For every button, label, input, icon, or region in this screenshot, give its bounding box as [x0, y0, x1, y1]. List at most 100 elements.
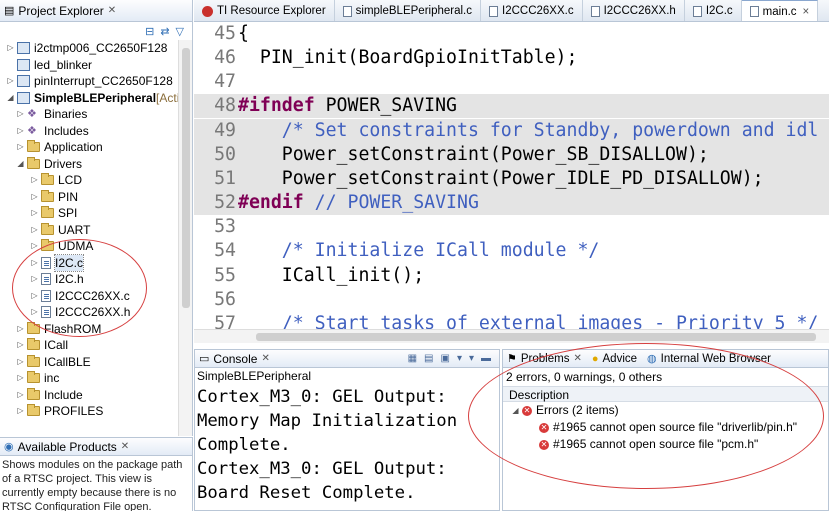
pin-console-icon[interactable]: ▣	[440, 353, 449, 364]
tree-item-pininterrupt-cc2650f128[interactable]: ▷ pinInterrupt_CC2650F128	[6, 73, 172, 89]
tree-item-label: Application	[44, 140, 103, 154]
errors-group-row[interactable]: ◢ ✕ Errors (2 items)	[503, 402, 828, 419]
expand-twisty-icon[interactable]: ◢	[6, 90, 15, 106]
tree-item-i2ctmp006-cc2650f128[interactable]: ▷ i2ctmp006_CC2650F128	[6, 40, 167, 56]
project-icon	[17, 75, 30, 87]
editor-tab-i2ccc26xx-c[interactable]: I2CCC26XX.c	[481, 0, 583, 21]
code-text: Power_setConstraint(Power_IDLE_PD_DISALL…	[238, 167, 764, 189]
expand-twisty-icon[interactable]: ▷	[16, 387, 25, 403]
expand-twisty-icon[interactable]: ▷	[16, 321, 25, 337]
tree-item-spi[interactable]: ▷ SPI	[30, 205, 77, 221]
tree-item-include[interactable]: ▷ Include	[16, 387, 83, 403]
problem-row[interactable]: ✕ #1965 cannot open source file "pcm.h"	[503, 436, 828, 453]
expand-twisty-icon[interactable]: ▷	[30, 222, 39, 238]
collapse-twisty-icon[interactable]: ◢	[511, 402, 520, 419]
tree-item-lcd[interactable]: ▷ LCD	[30, 172, 82, 188]
tab-advice[interactable]: ● Advice	[592, 353, 637, 365]
tab-internal-web-browser[interactable]: ◍ Internal Web Browser	[647, 352, 771, 366]
tree-item-i2ccc26xx-h[interactable]: ▷ I2CCC26XX.h	[30, 304, 130, 320]
description-column-header[interactable]: Description	[503, 386, 828, 402]
close-icon[interactable]: ✕	[261, 353, 269, 364]
display-console-icon[interactable]: ▾	[457, 353, 462, 364]
preprocessor-keyword: #ifndef	[238, 95, 315, 117]
expand-twisty-icon[interactable]: ▷	[30, 189, 39, 205]
tree-item-pin[interactable]: ▷ PIN	[30, 189, 78, 205]
tree-item-label: ICallBLE	[44, 354, 91, 369]
editor-tab-ti-resource-explorer[interactable]: TI Resource Explorer	[194, 0, 335, 21]
tree-item-drivers[interactable]: ◢ Drivers	[16, 156, 82, 172]
tree-item-binaries[interactable]: ▷ ❖ Binaries	[16, 106, 87, 122]
tab-problems[interactable]: ⚑ Problems ✕	[507, 352, 582, 366]
tree-item-uart[interactable]: ▷ UART	[30, 222, 90, 238]
expand-twisty-icon[interactable]: ◢	[16, 156, 25, 172]
view-toolbar: ⊟ ⇄ ▽	[0, 22, 192, 40]
tree-item-icallble[interactable]: ▷ ICallBLE	[16, 354, 91, 370]
tree-item-led-blinker[interactable]: led_blinker	[6, 57, 92, 73]
expand-twisty-icon[interactable]: ▷	[16, 123, 25, 139]
expand-twisty-icon[interactable]: ▷	[16, 337, 25, 353]
tree-item-includes[interactable]: ▷ ❖ Includes	[16, 123, 88, 139]
editor-tab-main-c[interactable]: main.c ×	[741, 0, 819, 21]
tree-item-label: I2CCC26XX.h	[55, 305, 131, 319]
tree-item-i2c-h[interactable]: ▷ I2C.h	[30, 271, 83, 287]
tree-item-udma[interactable]: ▷ UDMA	[30, 238, 93, 254]
tree-item-icall[interactable]: ▷ ICall	[16, 337, 68, 353]
advice-tab-label: Advice	[602, 352, 638, 365]
expand-twisty-icon[interactable]: ▷	[6, 73, 15, 89]
console-line: Cortex_M3_0: GEL Output:	[197, 459, 447, 479]
error-icon: ✕	[539, 422, 549, 433]
minimize-icon[interactable]: ▬	[481, 353, 491, 364]
expand-twisty-icon[interactable]: ▷	[16, 139, 25, 155]
problem-row[interactable]: ✕ #1965 cannot open source file "driverli…	[503, 419, 828, 436]
tree-item-i2ccc26xx-c[interactable]: ▷ I2CCC26XX.c	[30, 288, 129, 304]
clear-console-icon[interactable]: ▦	[408, 353, 417, 364]
expand-twisty-icon[interactable]: ▷	[16, 106, 25, 122]
source-file-icon	[41, 273, 51, 285]
close-icon[interactable]: ✕	[108, 5, 116, 16]
close-icon[interactable]: ✕	[573, 353, 581, 364]
view-menu-icon[interactable]: ▽	[176, 25, 184, 38]
tree-item-application[interactable]: ▷ Application	[16, 139, 103, 155]
folder-icon	[41, 173, 54, 185]
expand-twisty-icon[interactable]: ▷	[30, 255, 39, 271]
tree-item-simplebleperipheral[interactable]: ◢ SimpleBLEPeripheral [Acti	[6, 90, 179, 106]
editor-tab-i2c-c[interactable]: I2C.c	[685, 0, 742, 21]
expand-twisty-icon[interactable]: ▷	[30, 172, 39, 188]
tree-item-profiles[interactable]: ▷ PROFILES	[16, 403, 103, 419]
line-number: 46	[214, 47, 236, 69]
expand-twisty-icon[interactable]: ▷	[6, 40, 15, 56]
code-editor[interactable]: 45{46 PIN_init(BoardGpioInitTable); 47 48 #…	[194, 23, 829, 329]
open-console-icon[interactable]: ▾	[469, 353, 474, 364]
close-icon[interactable]: ✕	[121, 441, 129, 452]
expand-twisty-icon[interactable]: ▷	[30, 304, 39, 320]
console-tab[interactable]: ▭ Console ✕ ▦ ▤ ▣ ▾ ▾ ▬	[195, 350, 499, 368]
expand-twisty-icon[interactable]: ▷	[16, 403, 25, 419]
tree-item-inc[interactable]: ▷ inc	[16, 370, 59, 386]
collapse-all-icon[interactable]: ⊟	[145, 25, 154, 38]
tree-item-flashrom[interactable]: ▷ FlashROM	[16, 321, 101, 337]
editor-horizontal-scrollbar[interactable]	[194, 329, 829, 343]
code-line: 54 /* Initialize ICall module */	[194, 239, 829, 263]
expand-twisty-icon[interactable]: ▷	[16, 370, 25, 386]
available-products-tab[interactable]: ◉ Available Products ✕	[0, 438, 192, 456]
ti-logo-icon	[202, 5, 213, 17]
project-explorer-tab[interactable]: ▤ Project Explorer ✕	[0, 0, 192, 22]
line-number: 56	[214, 288, 236, 310]
expand-twisty-icon[interactable]: ▷	[16, 354, 25, 370]
editor-tab-label: I2C.c	[705, 5, 733, 17]
close-icon[interactable]: ×	[803, 6, 810, 18]
tree-item-i2c-c[interactable]: ▷ I2C.c	[30, 253, 85, 272]
expand-twisty-icon[interactable]: ▷	[30, 271, 39, 287]
editor-tab-simplebleperipheral-c[interactable]: simpleBLEPeripheral.c	[335, 0, 481, 21]
expand-twisty-icon[interactable]: ▷	[30, 238, 39, 254]
code-text: Power_setConstraint(Power_SB_DISALLOW);	[238, 143, 709, 165]
expand-twisty-icon[interactable]: ▷	[30, 205, 39, 221]
code-line: 56	[194, 288, 829, 312]
expand-twisty-icon[interactable]: ▷	[30, 288, 39, 304]
link-with-editor-icon[interactable]: ⇄	[160, 25, 169, 38]
line-number: 51	[214, 167, 236, 189]
scroll-lock-icon[interactable]: ▤	[424, 353, 433, 364]
c-file-icon	[590, 5, 600, 17]
editor-tab-i2ccc26xx-h[interactable]: I2CCC26XX.h	[583, 0, 685, 21]
project-explorer-scrollbar[interactable]	[178, 40, 192, 436]
